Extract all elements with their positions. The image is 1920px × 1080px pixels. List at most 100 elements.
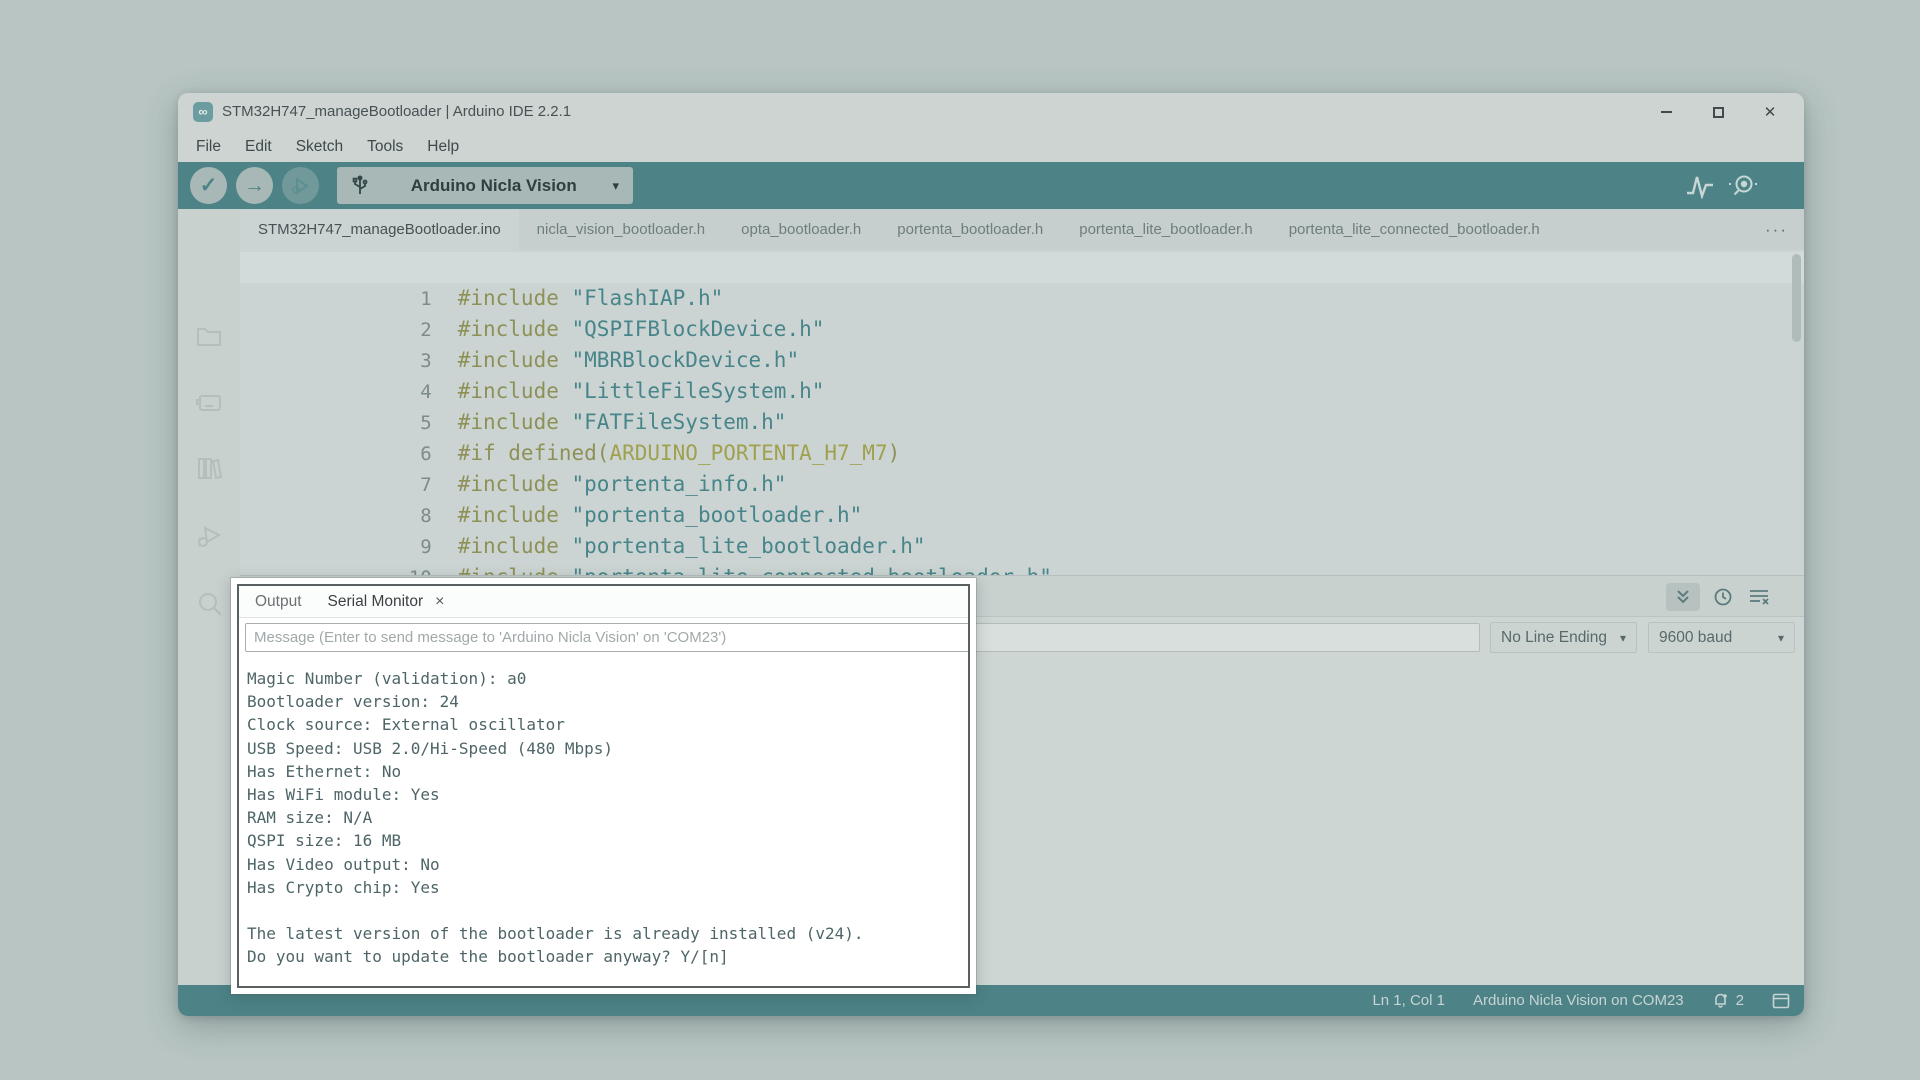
menu-item[interactable]: Tools — [355, 131, 415, 162]
chevron-down-icon: ▾ — [1620, 631, 1626, 645]
message-input[interactable] — [245, 623, 970, 652]
clear-output-button[interactable] — [1742, 583, 1776, 611]
editor-tab[interactable]: opta_bootloader.h — [723, 209, 879, 250]
editor-tab[interactable]: portenta_lite_bootloader.h — [1061, 209, 1270, 250]
line-number: 9 — [392, 532, 458, 563]
tab-output[interactable]: Output — [255, 593, 302, 611]
magnifier-dot-icon — [1727, 173, 1761, 199]
serial-monitor-button[interactable] — [1726, 170, 1762, 201]
debug-play-icon — [195, 522, 223, 550]
line-number: 3 — [392, 346, 458, 377]
sidebar-item-boards-manager[interactable] — [195, 388, 223, 416]
window-title: STM32H747_manageBootloader | Arduino IDE… — [222, 93, 571, 131]
close-button[interactable]: ✕ — [1744, 93, 1796, 131]
upload-button[interactable]: → — [236, 167, 273, 204]
layout-panel-icon — [1772, 993, 1790, 1009]
waveform-icon — [1685, 173, 1715, 199]
serial-monitor-panel: Output Serial Monitor × Magic Number (va… — [237, 584, 970, 988]
tab-serial-monitor[interactable]: Serial Monitor — [328, 593, 424, 611]
line-number: 2 — [392, 315, 458, 346]
line-number: 4 — [392, 377, 458, 408]
double-chevron-down-icon — [1674, 588, 1692, 606]
chevron-down-icon: ▾ — [612, 178, 619, 194]
editor-scrollbar[interactable] — [1791, 252, 1802, 572]
serial-monitor-highlight-frame: Output Serial Monitor × Magic Number (va… — [231, 578, 976, 994]
menu-item[interactable]: Edit — [233, 131, 284, 162]
editor-tab-bar: STM32H747_manageBootloader.ino nicla_visi… — [240, 209, 1804, 250]
code-text: #include "portenta_lite_bootloader.h" — [458, 534, 926, 558]
menu-item[interactable]: Sketch — [284, 131, 355, 162]
line-number: 7 — [392, 470, 458, 501]
toggle-panel-button[interactable] — [1772, 993, 1790, 1009]
serial-output-area[interactable]: Magic Number (validation): a0 Bootloader… — [239, 660, 968, 986]
folder-icon — [195, 322, 223, 350]
code-text: #if defined(ARDUINO_PORTENTA_H7_M7) — [458, 441, 901, 465]
line-ending-dropdown[interactable]: No Line Ending ▾ — [1490, 622, 1637, 653]
sidebar-item-library-manager[interactable] — [195, 454, 223, 482]
notifications[interactable]: 2 — [1712, 992, 1744, 1009]
sidebar-item-debugger[interactable] — [195, 522, 223, 550]
tab-label: nicla_vision_bootloader.h — [537, 221, 705, 238]
editor-tab[interactable]: portenta_lite_connected_bootloader.h — [1271, 209, 1558, 250]
chevron-down-icon: ▾ — [1778, 631, 1784, 645]
baud-rate-dropdown[interactable]: 9600 baud ▾ — [1648, 622, 1795, 653]
debug-icon — [291, 176, 311, 196]
window-controls: ✕ — [1640, 93, 1796, 131]
editor-tab[interactable]: portenta_bootloader.h — [879, 209, 1061, 250]
line-ending-value: No Line Ending — [1501, 629, 1620, 647]
code-text: #include "FATFileSystem.h" — [458, 410, 787, 434]
cursor-position: Ln 1, Col 1 — [1372, 992, 1445, 1009]
message-input-row — [239, 618, 968, 660]
tab-label: portenta_lite_connected_bootloader.h — [1289, 221, 1540, 238]
minimize-icon — [1661, 111, 1672, 113]
bell-icon — [1712, 992, 1729, 1009]
close-icon: ✕ — [1764, 103, 1777, 121]
board-chip-icon — [195, 388, 223, 416]
serial-plotter-button[interactable] — [1682, 170, 1718, 201]
code-text: #include "LittleFileSystem.h" — [458, 379, 825, 403]
code-line: 1#include "FlashIAP.h" — [240, 252, 1804, 283]
notification-count: 2 — [1736, 992, 1744, 1009]
arrow-right-icon: → — [244, 174, 265, 198]
menu-item[interactable]: Help — [415, 131, 471, 162]
debug-button[interactable] — [282, 167, 319, 204]
board-selector-label: Arduino Nicla Vision — [383, 176, 604, 196]
board-port-status[interactable]: Arduino Nicla Vision on COM23 — [1473, 992, 1684, 1009]
scrollbar-thumb[interactable] — [1792, 254, 1801, 342]
sidebar-item-search[interactable] — [195, 590, 223, 618]
line-number: 1 — [392, 284, 458, 315]
arduino-logo-icon: ∞ — [193, 102, 213, 122]
toolbar: ✓ → Arduino Nicla Vision ▾ — [178, 162, 1804, 209]
usb-icon — [351, 175, 369, 197]
code-text: #include "FlashIAP.h" — [458, 286, 724, 310]
line-number: 8 — [392, 501, 458, 532]
maximize-button[interactable] — [1692, 93, 1744, 131]
editor-tab[interactable]: nicla_vision_bootloader.h — [519, 209, 723, 250]
code-text: #include "portenta_bootloader.h" — [458, 503, 863, 527]
tab-label: portenta_lite_bootloader.h — [1079, 221, 1252, 238]
desktop-background: ∞ STM32H747_manageBootloader | Arduino I… — [0, 0, 1920, 1080]
board-selector-dropdown[interactable]: Arduino Nicla Vision ▾ — [337, 167, 633, 204]
menu-item[interactable]: File — [184, 131, 233, 162]
tab-label: STM32H747_manageBootloader.ino — [258, 221, 501, 238]
tab-label: portenta_bootloader.h — [897, 221, 1043, 238]
serial-output-text: Magic Number (validation): a0 Bootloader… — [239, 660, 968, 969]
close-tab-icon[interactable]: × — [435, 593, 444, 611]
clear-lines-icon — [1748, 587, 1770, 607]
menu-bar: FileEditSketchToolsHelp — [178, 131, 1804, 162]
search-icon — [195, 590, 223, 618]
minimize-button[interactable] — [1640, 93, 1692, 131]
editor-tab[interactable]: STM32H747_manageBootloader.ino — [240, 209, 519, 250]
sidebar-item-sketchbook[interactable] — [195, 322, 223, 350]
line-number: 6 — [392, 439, 458, 470]
verify-button[interactable]: ✓ — [190, 167, 227, 204]
scroll-to-bottom-button[interactable] — [1666, 583, 1700, 611]
timestamp-toggle-button[interactable] — [1706, 583, 1740, 611]
maximize-icon — [1713, 107, 1724, 118]
line-number: 5 — [392, 408, 458, 439]
baud-rate-value: 9600 baud — [1659, 629, 1778, 647]
tab-overflow-button[interactable]: ··· — [1765, 209, 1788, 250]
check-icon: ✓ — [200, 173, 218, 198]
code-text: #include "QSPIFBlockDevice.h" — [458, 317, 825, 341]
books-icon — [195, 454, 223, 482]
